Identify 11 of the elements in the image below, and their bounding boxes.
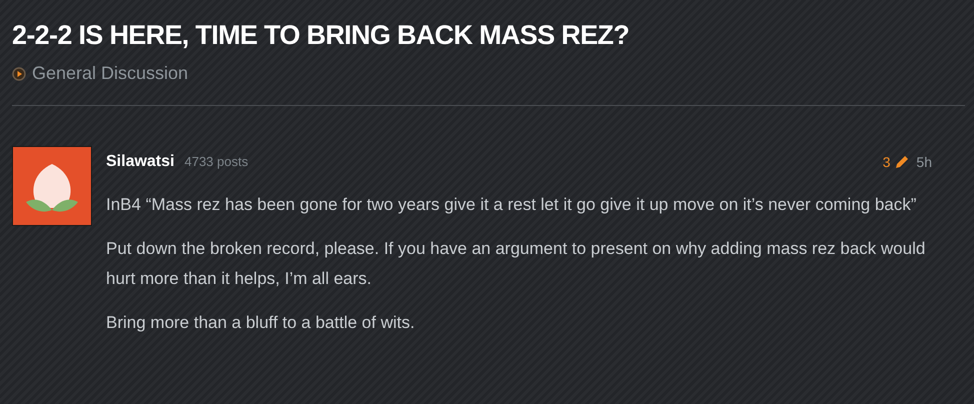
pencil-icon: [894, 154, 910, 170]
post-count: 4733 posts: [184, 153, 248, 172]
post-paragraph: InB4 “Mass rez has been gone for two years give it a rest let it go give it up move on it’s never coming back”: [106, 194, 918, 216]
edit-count: 3: [882, 152, 890, 172]
category-link[interactable]: General Discussion: [32, 60, 188, 87]
thread-title: 2-2-2 IS HERE, TIME TO BRING BACK MASS REZ?: [12, 19, 630, 52]
play-icon: [12, 66, 26, 80]
post-paragraph: Put down the broken record, please. If you have an argument to present on why adding mass rez back would hurt more than it helps, I’m all ears.: [106, 238, 926, 290]
author-name[interactable]: Silawatsi: [106, 150, 174, 174]
post-time: 5h: [916, 152, 932, 172]
post-paragraph: Bring more than a bluff to a battle of wits.: [106, 312, 416, 334]
